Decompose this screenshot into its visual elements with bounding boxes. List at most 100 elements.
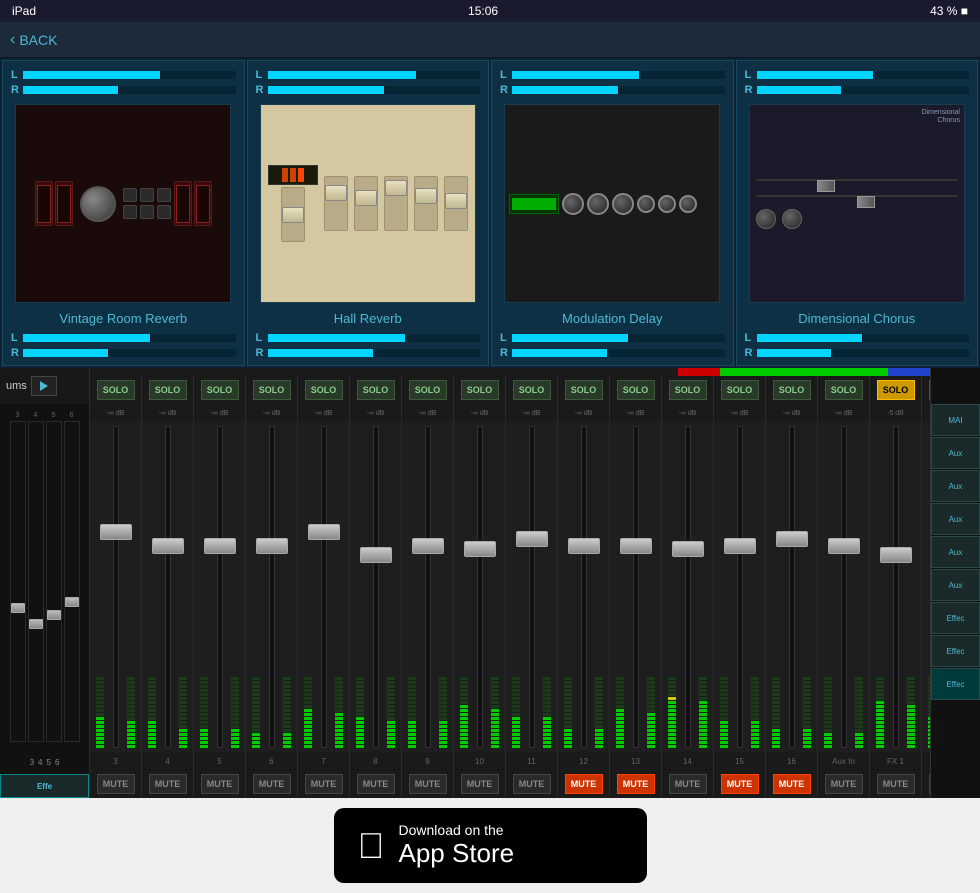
- fx-device-hr: [260, 104, 476, 303]
- mute-btn-ch0[interactable]: MUTE: [90, 770, 142, 798]
- mixer-section: ums 3 4: [0, 368, 980, 798]
- fader-ch9[interactable]: [558, 422, 610, 752]
- db-label-ch0: -∞ dB: [90, 404, 142, 422]
- mute-btn-ch12[interactable]: MUTE: [714, 770, 766, 798]
- fx-name-dc: Dimensional Chorus: [798, 307, 915, 329]
- ch-num-bottom-12: 15: [714, 752, 766, 770]
- fader-ch6[interactable]: [402, 422, 454, 752]
- mute-btn-ch3[interactable]: MUTE: [246, 770, 298, 798]
- sidebar-btn-aux5[interactable]: Aux: [931, 569, 980, 601]
- mute-btn-ch9[interactable]: MUTE: [558, 770, 610, 798]
- fx-name-hr: Hall Reverb: [334, 307, 402, 329]
- db-label-ch16: -∞ dB: [922, 404, 930, 422]
- db-label-ch14: -∞ dB: [818, 404, 870, 422]
- fx-device-md: [504, 104, 720, 303]
- solo-btn-ch5[interactable]: SOLO: [350, 376, 402, 404]
- solo-btn-ch2[interactable]: SOLO: [194, 376, 246, 404]
- mute-btn-ch8[interactable]: MUTE: [506, 770, 558, 798]
- fader-ch10[interactable]: [610, 422, 662, 752]
- db-label-ch6: -∞ dB: [402, 404, 454, 422]
- vu-l-label: L: [11, 69, 19, 81]
- vu-r-label: R: [11, 84, 19, 96]
- db-label-ch3: -∞ dB: [246, 404, 298, 422]
- back-button[interactable]: ‹ BACK: [10, 31, 57, 49]
- db-label-ch15: -5 dB: [870, 404, 922, 422]
- sidebar-btn-effect1[interactable]: Effec: [931, 602, 980, 634]
- left-effect-button[interactable]: Effe: [0, 774, 89, 798]
- ch-num-bottom-4: 7: [298, 752, 350, 770]
- fx-device-dc: DimensionalChorus: [749, 104, 965, 303]
- mute-btn-ch11[interactable]: MUTE: [662, 770, 714, 798]
- app-store-section:  Download on the App Store: [0, 798, 980, 893]
- fader-ch3[interactable]: [246, 422, 298, 752]
- sidebar-btn-aux4[interactable]: Aux: [931, 536, 980, 568]
- sidebar-btn-aux2[interactable]: Aux: [931, 470, 980, 502]
- solo-btn-ch10[interactable]: SOLO: [610, 376, 662, 404]
- vu-meters-bottom-md: L R: [492, 329, 733, 365]
- fader-ch16[interactable]: [922, 422, 930, 752]
- fx-card-hall-reverb[interactable]: L R: [247, 60, 490, 366]
- db-label-ch11: -∞ dB: [662, 404, 714, 422]
- mute-btn-ch7[interactable]: MUTE: [454, 770, 506, 798]
- mute-btn-ch10[interactable]: MUTE: [610, 770, 662, 798]
- fx-card-vintage-room-reverb[interactable]: L R: [2, 60, 245, 366]
- mute-btn-ch15[interactable]: MUTE: [870, 770, 922, 798]
- fader-ch8[interactable]: [506, 422, 558, 752]
- battery: 43 % ■: [930, 4, 968, 18]
- solo-btn-ch7[interactable]: SOLO: [454, 376, 506, 404]
- play-button[interactable]: [31, 376, 57, 396]
- mute-btn-ch13[interactable]: MUTE: [766, 770, 818, 798]
- fx-card-modulation-delay[interactable]: L R: [491, 60, 734, 366]
- fader-ch4[interactable]: [298, 422, 350, 752]
- solo-btn-ch9[interactable]: SOLO: [558, 376, 610, 404]
- sidebar-btn-main[interactable]: MAI: [931, 404, 980, 436]
- ch-num-bottom-2: 5: [194, 752, 246, 770]
- sidebar-btn-effect2[interactable]: Effec: [931, 635, 980, 667]
- solo-btn-ch15[interactable]: SOLO: [870, 376, 922, 404]
- fader-ch15[interactable]: [870, 422, 922, 752]
- mute-btn-ch4[interactable]: MUTE: [298, 770, 350, 798]
- ch-num-bottom-1: 4: [142, 752, 194, 770]
- mute-btn-ch16[interactable]: MUTE: [922, 770, 930, 798]
- sidebar-btn-aux3[interactable]: Aux: [931, 503, 980, 535]
- sidebar-btn-effect3[interactable]: Effec: [931, 668, 980, 700]
- fader-ch5[interactable]: [350, 422, 402, 752]
- solo-btn-ch14[interactable]: SOLO: [818, 376, 870, 404]
- vu-meters-top-vrr: L R: [3, 61, 244, 100]
- solo-btn-ch1[interactable]: SOLO: [142, 376, 194, 404]
- solo-btn-ch12[interactable]: SOLO: [714, 376, 766, 404]
- mute-btn-ch5[interactable]: MUTE: [350, 770, 402, 798]
- fader-ch2[interactable]: [194, 422, 246, 752]
- fader-ch11[interactable]: [662, 422, 714, 752]
- time: 15:06: [468, 4, 498, 18]
- app-store-button[interactable]:  Download on the App Store: [334, 808, 647, 883]
- vu-bl-label: L: [11, 332, 19, 344]
- fader-ch0[interactable]: [90, 422, 142, 752]
- fader-ch1[interactable]: [142, 422, 194, 752]
- ch-num-bottom-7: 10: [454, 752, 506, 770]
- db-label-ch5: -∞ dB: [350, 404, 402, 422]
- mute-btn-ch14[interactable]: MUTE: [818, 770, 870, 798]
- vu-meters-bottom-dc: L R: [737, 329, 978, 365]
- solo-btn-ch4[interactable]: SOLO: [298, 376, 350, 404]
- download-on-label: Download on the: [399, 822, 515, 839]
- fader-ch13[interactable]: [766, 422, 818, 752]
- fx-card-dimensional-chorus[interactable]: L R DimensionalChorus: [736, 60, 979, 366]
- solo-btn-ch16[interactable]: SOLO: [922, 376, 930, 404]
- solo-btn-ch0[interactable]: SOLO: [90, 376, 142, 404]
- mute-btn-ch6[interactable]: MUTE: [402, 770, 454, 798]
- solo-btn-ch6[interactable]: SOLO: [402, 376, 454, 404]
- fx-device-vrr: [15, 104, 231, 303]
- solo-btn-ch11[interactable]: SOLO: [662, 376, 714, 404]
- fx-name-vrr: Vintage Room Reverb: [59, 307, 187, 329]
- fader-ch14[interactable]: [818, 422, 870, 752]
- fader-ch12[interactable]: [714, 422, 766, 752]
- fader-ch7[interactable]: [454, 422, 506, 752]
- sidebar-btn-aux1[interactable]: Aux: [931, 437, 980, 469]
- mute-btn-ch1[interactable]: MUTE: [142, 770, 194, 798]
- db-label-ch8: -∞ dB: [506, 404, 558, 422]
- solo-btn-ch13[interactable]: SOLO: [766, 376, 818, 404]
- mute-btn-ch2[interactable]: MUTE: [194, 770, 246, 798]
- solo-btn-ch8[interactable]: SOLO: [506, 376, 558, 404]
- solo-btn-ch3[interactable]: SOLO: [246, 376, 298, 404]
